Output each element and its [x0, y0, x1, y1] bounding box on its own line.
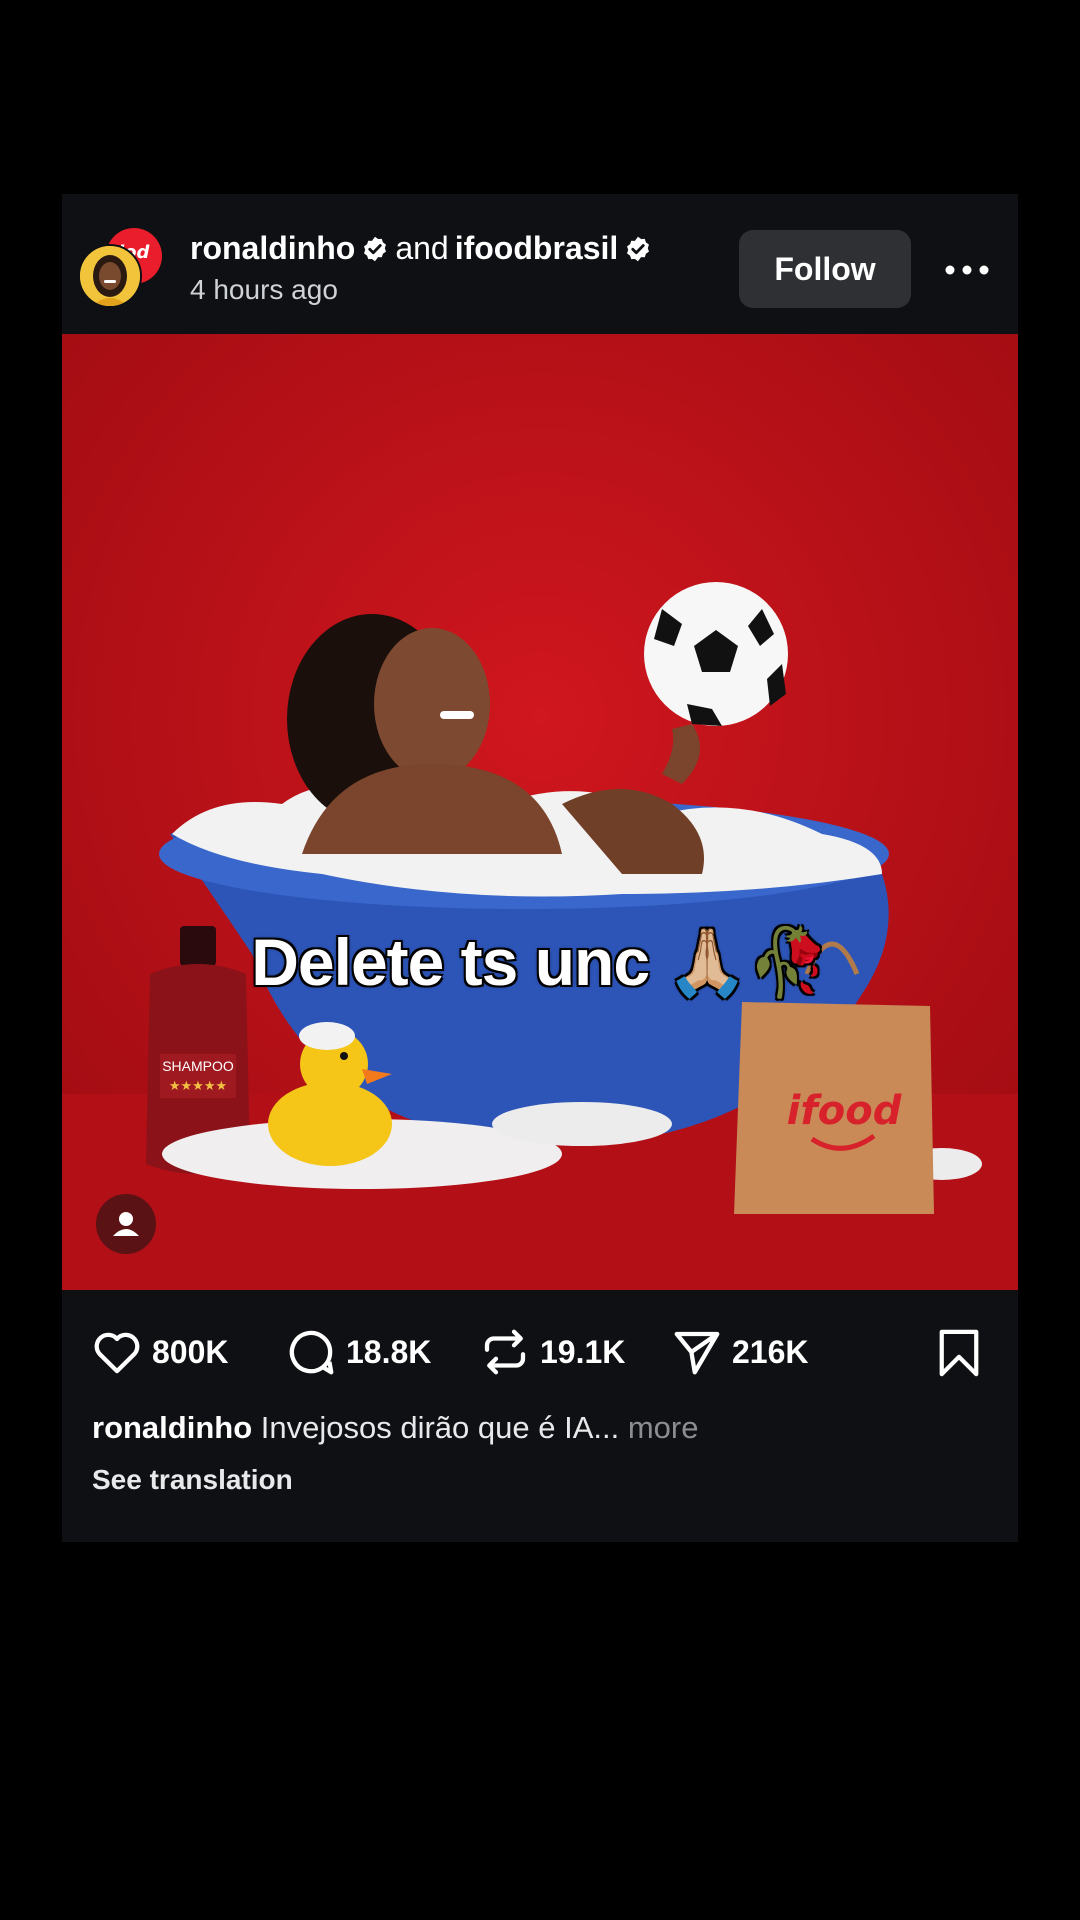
like-action[interactable]: 800K	[90, 1326, 229, 1378]
caption-username[interactable]: ronaldinho	[92, 1410, 252, 1445]
author1-username[interactable]: ronaldinho	[190, 230, 355, 266]
author-avatars[interactable]: iod	[78, 228, 168, 308]
comment-action[interactable]: 18.8K	[284, 1326, 431, 1378]
post-actions: 800K 18.8K 19.1K 216K	[62, 1290, 1018, 1410]
author-names: ronaldinho and ifoodbrasil	[190, 230, 652, 267]
caption-more-link[interactable]: more	[628, 1410, 699, 1445]
repost-action[interactable]: 19.1K	[478, 1326, 625, 1378]
bookmark-icon[interactable]	[936, 1328, 982, 1378]
repost-count: 19.1K	[540, 1333, 626, 1370]
post-timestamp: 4 hours ago	[190, 274, 338, 305]
verified-badge-icon	[364, 236, 387, 262]
more-options-icon[interactable]	[942, 264, 992, 276]
verified-badge-icon	[627, 236, 650, 262]
repost-icon[interactable]	[478, 1325, 532, 1379]
heart-icon[interactable]	[90, 1325, 144, 1379]
user-tag-icon	[113, 1212, 139, 1236]
share-icon[interactable]	[670, 1325, 724, 1379]
bathtub-illustration: SHAMPOO ★★★★★ ifood	[62, 334, 1018, 1290]
comment-icon[interactable]	[284, 1325, 338, 1379]
ronaldinho-avatar[interactable]	[78, 244, 142, 308]
user-tag-button[interactable]	[96, 1194, 156, 1254]
see-translation-link[interactable]: See translation	[92, 1464, 293, 1496]
share-count: 216K	[732, 1333, 809, 1370]
follow-button[interactable]: Follow	[739, 230, 911, 308]
post-header: iod ronaldinho and ifoodbrasil 4 hours a…	[62, 194, 1018, 334]
author-joiner: and	[395, 230, 449, 266]
share-action[interactable]: 216K	[670, 1326, 809, 1378]
post-card: iod ronaldinho and ifoodbrasil 4 hours a…	[62, 194, 1018, 1542]
shampoo-label: SHAMPOO	[162, 1058, 234, 1074]
avatar-portrait-icon	[80, 246, 140, 306]
caption-text: Invejosos dirão que é IA...	[260, 1410, 620, 1445]
post-caption: ronaldinho Invejosos dirão que é IA... m…	[92, 1410, 698, 1446]
shampoo-stars: ★★★★★	[169, 1079, 227, 1094]
post-image[interactable]: SHAMPOO ★★★★★ ifood Delete ts unc 🙏🏼🥀	[62, 334, 1018, 1290]
overlay-caption: Delete ts unc 🙏🏼🥀	[251, 925, 829, 999]
ifood-bag-logo: ifood	[787, 1088, 902, 1134]
like-count: 800K	[152, 1333, 229, 1370]
comment-count: 18.8K	[346, 1333, 432, 1370]
author2-username[interactable]: ifoodbrasil	[455, 230, 619, 266]
